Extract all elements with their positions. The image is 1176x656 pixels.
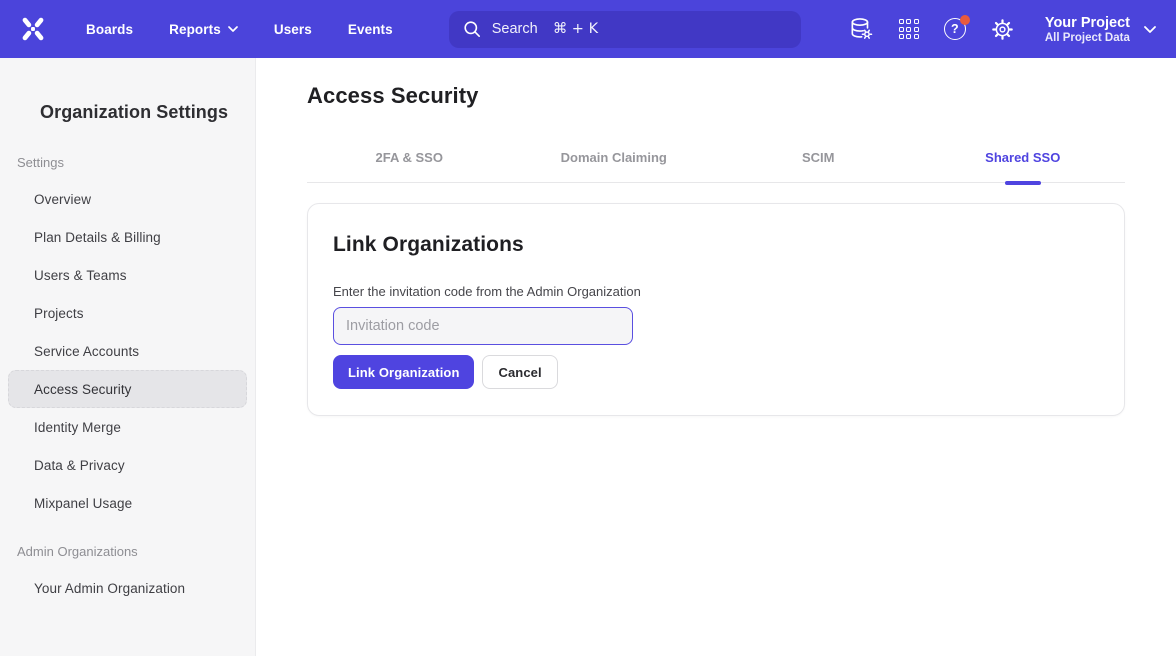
nav-item-events-label: Events bbox=[348, 22, 393, 37]
help-button[interactable]: ? bbox=[944, 18, 966, 40]
card-actions: Link Organization Cancel bbox=[333, 355, 1099, 389]
project-info: Your Project All Project Data bbox=[1045, 14, 1130, 44]
sidebar-title: Organization Settings bbox=[40, 102, 255, 123]
sidebar: Organization Settings Settings Overview … bbox=[0, 58, 256, 656]
mixpanel-logo[interactable] bbox=[20, 16, 50, 42]
mixpanel-logo-icon bbox=[20, 16, 46, 42]
page-title: Access Security bbox=[307, 83, 1176, 109]
link-organizations-card: Link Organizations Enter the invitation … bbox=[307, 203, 1125, 416]
project-scope: All Project Data bbox=[1045, 32, 1130, 44]
tab-scim[interactable]: SCIM bbox=[716, 140, 921, 182]
nav-item-reports[interactable]: Reports bbox=[169, 22, 238, 37]
tab-domain-claiming[interactable]: Domain Claiming bbox=[512, 140, 717, 182]
chevron-down-icon bbox=[1144, 26, 1156, 33]
sidebar-item-access-security[interactable]: Access Security bbox=[8, 370, 247, 408]
settings-button[interactable] bbox=[991, 18, 1014, 41]
sidebar-item-mixpanel-usage[interactable]: Mixpanel Usage bbox=[8, 484, 247, 522]
sidebar-item-service-accounts[interactable]: Service Accounts bbox=[8, 332, 247, 370]
nav-item-reports-label: Reports bbox=[169, 22, 221, 37]
link-organization-button[interactable]: Link Organization bbox=[333, 355, 474, 389]
section-label-settings: Settings bbox=[17, 155, 255, 170]
section-label-admin-organizations: Admin Organizations bbox=[17, 544, 255, 559]
primary-nav: Boards Reports Users Events bbox=[86, 22, 393, 37]
chevron-down-icon bbox=[228, 26, 238, 32]
sidebar-item-users-teams[interactable]: Users & Teams bbox=[8, 256, 247, 294]
sidebar-item-your-admin-organization[interactable]: Your Admin Organization bbox=[8, 569, 247, 607]
tab-2fa-sso[interactable]: 2FA & SSO bbox=[307, 140, 512, 182]
top-navbar: Boards Reports Users Events Search ⌘ + K bbox=[0, 0, 1176, 58]
content-shell: Organization Settings Settings Overview … bbox=[0, 58, 1176, 656]
card-title: Link Organizations bbox=[333, 233, 1099, 257]
search-placeholder: Search bbox=[492, 21, 538, 37]
nav-item-users-label: Users bbox=[274, 22, 312, 37]
nav-item-users[interactable]: Users bbox=[274, 22, 312, 37]
sidebar-item-identity-merge[interactable]: Identity Merge bbox=[8, 408, 247, 446]
app-root: Boards Reports Users Events Search ⌘ + K bbox=[0, 0, 1176, 656]
invitation-code-input[interactable] bbox=[333, 307, 633, 345]
tab-shared-sso[interactable]: Shared SSO bbox=[921, 140, 1126, 182]
project-switcher[interactable]: Your Project All Project Data bbox=[1045, 14, 1156, 44]
cancel-button[interactable]: Cancel bbox=[482, 355, 557, 389]
nav-item-events[interactable]: Events bbox=[348, 22, 393, 37]
search-icon bbox=[463, 20, 481, 38]
navbar-right: ? bbox=[848, 14, 1156, 44]
search-shortcut: ⌘ + K bbox=[553, 21, 598, 37]
main-content: Access Security 2FA & SSO Domain Claimin… bbox=[256, 58, 1176, 656]
sidebar-item-data-privacy[interactable]: Data & Privacy bbox=[8, 446, 247, 484]
nav-item-boards[interactable]: Boards bbox=[86, 22, 133, 37]
tab-bar: 2FA & SSO Domain Claiming SCIM Shared SS… bbox=[307, 140, 1125, 183]
tab-shared-sso-label: Shared SSO bbox=[985, 150, 1060, 165]
data-management-button[interactable] bbox=[848, 16, 874, 42]
database-gear-icon bbox=[848, 16, 874, 42]
grid-icon bbox=[899, 19, 919, 39]
gear-icon bbox=[991, 18, 1014, 41]
nav-item-boards-label: Boards bbox=[86, 22, 133, 37]
search-input[interactable]: Search ⌘ + K bbox=[449, 11, 801, 48]
project-name: Your Project bbox=[1045, 14, 1130, 32]
notification-dot bbox=[960, 15, 970, 25]
apps-grid-button[interactable] bbox=[899, 19, 919, 39]
settings-nav-list: Overview Plan Details & Billing Users & … bbox=[0, 180, 255, 522]
sidebar-item-projects[interactable]: Projects bbox=[8, 294, 247, 332]
invitation-code-label: Enter the invitation code from the Admin… bbox=[333, 284, 1099, 299]
sidebar-item-overview[interactable]: Overview bbox=[8, 180, 247, 218]
admin-nav-list: Your Admin Organization bbox=[0, 569, 255, 607]
sidebar-item-plan-details-billing[interactable]: Plan Details & Billing bbox=[8, 218, 247, 256]
active-tab-indicator bbox=[1005, 181, 1041, 185]
